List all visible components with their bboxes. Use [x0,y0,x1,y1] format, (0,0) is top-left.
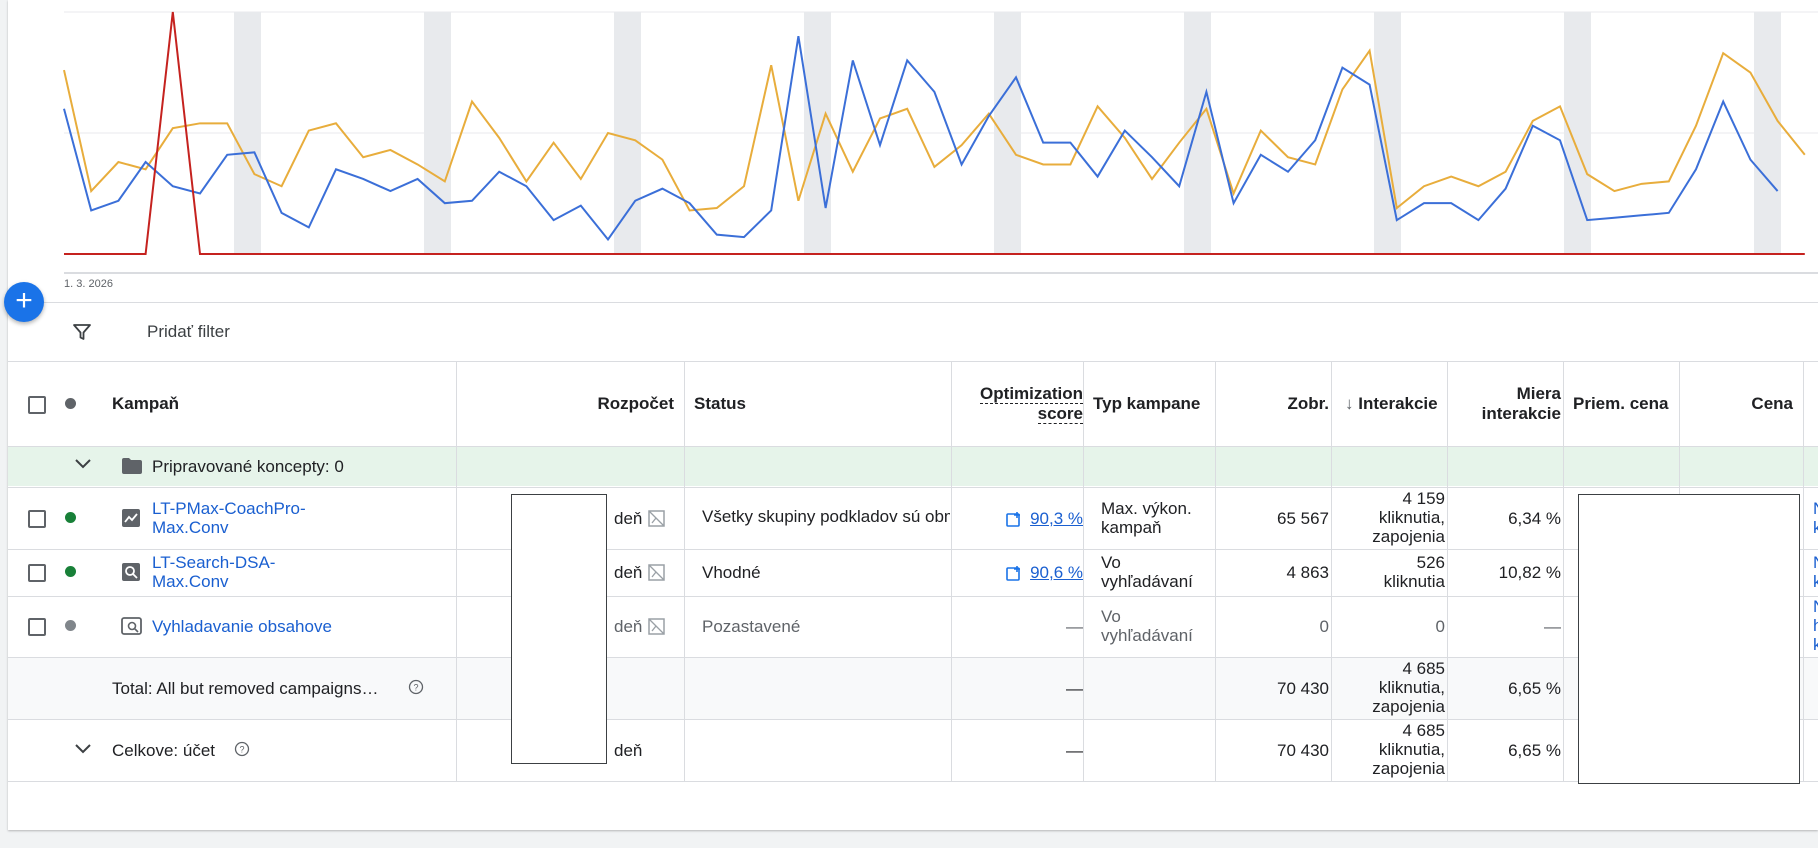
header-campaign-type[interactable]: Typ kampane [1093,394,1200,414]
header-cost[interactable]: Cena [1689,394,1793,414]
campaign-name-link[interactable]: Vyhladavanie obsahove [152,617,332,636]
status-text: Vhodné [702,563,761,582]
total-label: Total: All but removed campaigns… [112,679,379,698]
row-divider [8,596,1818,597]
svg-text:?: ? [413,683,418,693]
campaign-name-link[interactable]: LT-PMax-CoachPro- Max.Conv [152,499,306,537]
shared-budget-icon [648,564,665,581]
folder-icon [122,458,142,474]
chart-baseline [64,272,1818,274]
status-enabled-dot [65,512,76,523]
chevron-down-icon[interactable] [74,743,92,755]
chart-date-label: 1. 3. 2026 [64,278,113,290]
header-avg-cost[interactable]: Priem. cena [1573,394,1668,414]
account-impressions: 70 430 [1277,741,1329,760]
row-checkbox[interactable] [28,510,46,528]
row-divider [8,487,1818,488]
header-campaign[interactable]: Kampaň [112,394,179,414]
header-interaction-rate[interactable]: Miera interakcie [1457,384,1561,424]
svg-text:?: ? [239,745,244,755]
row-divider [8,781,1818,782]
interaction-rate-value: 10,82 % [1498,563,1561,582]
row-checkbox[interactable] [28,564,46,582]
performance-max-icon [122,509,140,527]
interactions-value: 4 159 kliknutia, zapojenia [1372,489,1445,546]
interactions-value: 0 [1435,617,1445,636]
budget-period: deň [614,509,643,528]
filter-icon[interactable] [72,322,92,342]
performance-chart [63,11,1818,255]
concepts-label: Pripravované koncepty: 0 [152,457,344,476]
header-optimization-score[interactable]: Optimization score [961,384,1083,424]
sort-down-icon: ↓ [1345,394,1354,413]
header-budget[interactable]: Rozpočet [468,394,675,414]
truncated-column-cell[interactable]: N k [1813,499,1818,537]
search-campaign-icon [122,563,140,581]
campaign-name-link[interactable]: LT-Search-DSA- Max.Conv [152,553,275,591]
campaigns-card: 1. 3. 2026 Pridať filter Kampaň Rozpočet… [8,0,1818,830]
total-interaction-rate: 6,65 % [1508,679,1561,698]
budget-period: deň [614,741,643,760]
help-icon[interactable]: ? [408,679,424,695]
status-enabled-dot [65,566,76,577]
status-paused-icon [65,620,76,631]
truncated-column-cell[interactable]: N k [1813,553,1818,591]
shared-budget-icon [648,618,665,635]
interactions-value: 526 kliknutia [1383,553,1445,591]
status-text[interactable]: Všetky skupiny podkladov sú obm [702,507,950,526]
status-header-icon[interactable] [65,398,76,409]
content-search-icon [121,617,142,635]
impressions-value: 4 863 [1286,563,1329,582]
row-divider [8,446,1818,447]
interaction-rate-value: — [1544,617,1561,636]
recommendations-icon [1006,566,1020,581]
select-all-checkbox[interactable] [28,396,46,414]
account-interactions: 4 685 kliknutia, zapojenia [1372,721,1445,778]
impressions-value: 0 [1319,617,1329,636]
budget-period: deň [614,563,643,582]
account-interaction-rate: 6,65 % [1508,741,1561,760]
impressions-value: 65 567 [1277,509,1329,528]
redacted-cost-box [1578,494,1800,784]
total-optimization-score: — [1066,679,1083,698]
chevron-down-icon[interactable] [74,458,92,470]
account-total-label: Celkove: účet [112,741,215,760]
row-checkbox[interactable] [28,618,46,636]
optimization-score-link[interactable]: 90,6 % [1023,563,1083,582]
add-filter-button[interactable]: Pridať filter [147,322,230,342]
add-button[interactable]: + [4,282,44,322]
table-top-border [8,361,1818,362]
help-icon[interactable]: ? [234,741,250,757]
campaign-type: Vo vyhľadávaní [1101,607,1193,645]
shared-budget-icon [648,510,665,527]
header-impressions[interactable]: Zobr. [1225,394,1329,414]
chart-divider [8,302,1818,303]
row-divider [8,719,1818,720]
redacted-budget-box [511,494,607,764]
total-impressions: 70 430 [1277,679,1329,698]
optimization-score-link[interactable]: 90,3 % [1023,509,1083,528]
row-divider [8,549,1818,550]
recommendations-icon [1006,512,1020,527]
truncated-column-cell[interactable]: N h k [1813,597,1818,654]
interaction-rate-value: 6,34 % [1508,509,1561,528]
campaign-type: Max. výkon. kampaň [1101,499,1192,537]
total-interactions: 4 685 kliknutia, zapojenia [1372,659,1445,716]
campaign-type: Vo vyhľadávaní [1101,553,1193,591]
row-divider [8,657,1818,658]
budget-period: deň [614,617,643,636]
header-interactions[interactable]: ↓ Interakcie [1345,394,1445,414]
optimization-score-value: — [1066,617,1083,636]
header-status[interactable]: Status [694,394,746,414]
account-optimization-score: — [1066,741,1083,760]
status-text: Pozastavené [702,617,801,636]
